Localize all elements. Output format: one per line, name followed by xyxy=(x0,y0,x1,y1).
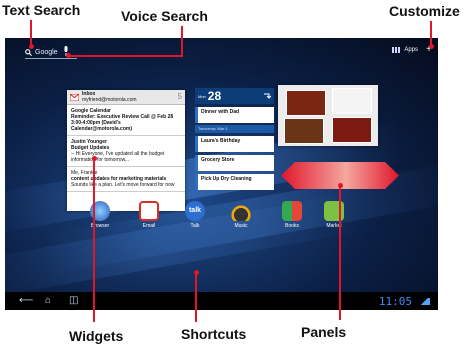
callout-dot xyxy=(429,44,434,49)
system-bar: ⟵ ⌂ ◫ 11:05 xyxy=(5,292,438,310)
books-icon xyxy=(282,201,302,221)
email-icon xyxy=(139,201,159,221)
calendar-header: Mon 28 xyxy=(195,88,274,104)
calendar-event[interactable]: Dinner with Dad xyxy=(195,107,274,123)
calendar-day: 28 xyxy=(207,89,222,103)
calendar-event[interactable]: Grocery Store xyxy=(195,155,274,171)
callout-dot xyxy=(338,183,343,188)
shortcut-browser[interactable]: Browser xyxy=(87,201,113,229)
home-icon[interactable]: ⌂ xyxy=(45,296,51,306)
shortcut-talk[interactable]: talk Talk xyxy=(182,201,208,229)
panels-callout: Panels xyxy=(301,324,347,340)
bookmark-thumbnail[interactable] xyxy=(284,118,324,144)
calendar-weekday: Mon xyxy=(198,93,206,99)
search-placeholder: Google xyxy=(35,48,58,56)
message-detail: -- Hi Everyone, I've updated all the bud… xyxy=(71,151,165,163)
bookmark-thumbnail[interactable] xyxy=(332,117,372,143)
customize-callout: Customize xyxy=(389,3,460,19)
search-icon xyxy=(25,48,32,56)
gmail-message[interactable]: Me, Frankie content updates for marketin… xyxy=(67,167,185,192)
callout-line xyxy=(181,26,183,56)
recent-apps-icon[interactable]: ◫ xyxy=(69,296,78,306)
gmail-unread-count: 5 xyxy=(177,92,182,101)
tablet-home-screen: Google Apps + Inbox myfriend@motorola.co… xyxy=(5,38,438,310)
apps-button[interactable]: Apps xyxy=(392,47,418,53)
talk-icon: talk xyxy=(185,201,205,221)
callout-line xyxy=(68,55,183,57)
shortcuts-callout: Shortcuts xyxy=(181,326,247,342)
gmail-icon xyxy=(70,93,79,101)
apps-grid-icon xyxy=(392,47,402,53)
shortcut-label: Talk xyxy=(190,223,200,229)
callout-line xyxy=(195,272,197,322)
callout-dot xyxy=(194,270,199,275)
headphones-icon xyxy=(231,201,251,221)
shortcut-market[interactable]: Market xyxy=(321,201,347,229)
shortcut-email[interactable]: Email xyxy=(136,201,162,229)
shortcut-books[interactable]: Books xyxy=(279,201,305,229)
bookmark-thumbnail[interactable] xyxy=(286,90,326,116)
bookmark-thumbnail[interactable] xyxy=(332,88,372,114)
gmail-message[interactable]: Justin Younger Budget Updates -- Hi Ever… xyxy=(67,136,185,167)
voice-search-callout: Voice Search xyxy=(121,8,208,24)
callout-line xyxy=(93,158,95,322)
clock: 11:05 xyxy=(378,295,412,308)
callout-line xyxy=(430,21,432,45)
calendar-event[interactable]: Pick Up Dry Cleaning xyxy=(195,174,274,190)
widgets-callout: Widgets xyxy=(69,328,124,344)
shortcut-label: Books xyxy=(285,223,299,229)
gmail-account: myfriend@motorola.com xyxy=(82,97,137,103)
calendar-sync-icon xyxy=(264,93,271,99)
gmail-widget-header: Inbox myfriend@motorola.com 5 xyxy=(67,90,185,105)
message-detail: Sounds like a plan. Let's move forward f… xyxy=(71,182,175,188)
message-detail: 3:00-4:00pm (David's Calendar@motorola.c… xyxy=(71,120,132,132)
bookmarks-widget[interactable] xyxy=(278,85,378,146)
callout-dot xyxy=(92,156,97,161)
shortcut-label: Email xyxy=(142,223,156,229)
gmail-message[interactable]: Google Calendar Reminder: Executive Revi… xyxy=(67,105,185,136)
callout-dot xyxy=(29,44,34,49)
callout-line xyxy=(30,20,32,46)
calendar-event[interactable]: Laura's Birthday xyxy=(195,136,274,152)
shortcut-music[interactable]: Music xyxy=(228,201,254,229)
text-search-callout: Text Search xyxy=(2,2,81,18)
apps-label: Apps xyxy=(404,47,418,53)
market-bag-icon xyxy=(324,201,344,221)
callout-line xyxy=(339,186,341,320)
callout-dot xyxy=(66,53,71,58)
calendar-widget[interactable]: Mon 28 Dinner with Dad Tomorrow, Mar 1 L… xyxy=(195,88,274,212)
shortcut-label: Music xyxy=(234,223,248,229)
back-icon[interactable]: ⟵ xyxy=(19,296,33,306)
signal-icon xyxy=(418,298,430,305)
gmail-widget[interactable]: Inbox myfriend@motorola.com 5 Google Cal… xyxy=(67,90,185,211)
calendar-tomorrow-label: Tomorrow, Mar 1 xyxy=(195,125,274,133)
